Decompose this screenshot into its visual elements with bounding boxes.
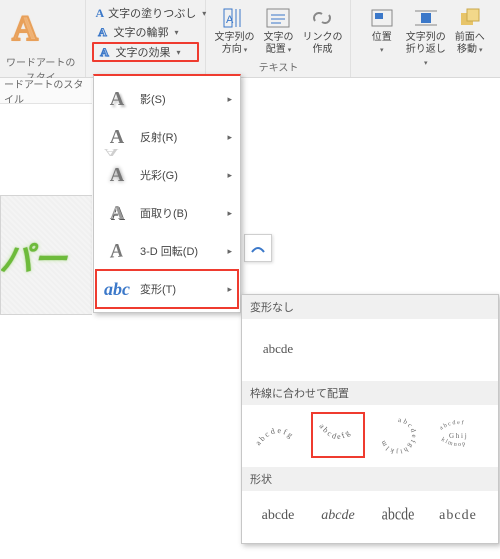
bevel-icon: A [104, 202, 130, 225]
wrap-text-button[interactable]: 文字列の折り返し [404, 2, 448, 70]
fx-item-3d-rotation[interactable]: A 3-D 回転(D) ▸ [96, 232, 238, 270]
fx-item-bevel[interactable]: A 面取り(B) ▸ [96, 194, 238, 232]
transform-option-button[interactable]: a b c d e f G h i j k l m n o p [432, 413, 484, 457]
submenu-arrow-icon: ▸ [227, 246, 232, 257]
rotation-3d-icon: A [103, 237, 127, 265]
fx-item-reflection[interactable]: AA 反射(R) ▸ [96, 118, 238, 156]
text-effects-button[interactable]: A 文字の効果 ▾ [92, 42, 199, 62]
text-outline-button[interactable]: A 文字の輪郭 ▾ [92, 23, 199, 41]
text-effects-label: 文字の効果 [115, 44, 170, 60]
wordart-gallery-button[interactable]: A [2, 2, 48, 54]
transform-option-arch-down[interactable]: a b c d e f g [312, 413, 364, 457]
transform-option-circle[interactable]: a b c d e f g h i j k l m [372, 413, 424, 457]
group-wordart-styles: A ワードアートのスタイ [0, 0, 86, 77]
fx-item-label: 影(S) [140, 91, 166, 107]
svg-text:a b c d e f g: a b c d e f g [317, 422, 351, 441]
group-text-style: A 文字の塗りつぶし ▾ A 文字の輪郭 ▾ A 文字の効果 ▾ [86, 0, 206, 77]
submenu-arrow-icon: ▸ [227, 94, 232, 105]
shadow-icon: A [104, 88, 130, 111]
text-fill-button[interactable]: A 文字の塗りつぶし ▾ [92, 4, 199, 22]
button-path-icon: a b c d e f G h i j k l m n o p [435, 416, 481, 454]
fx-item-label: 面取り(B) [140, 205, 188, 221]
svg-text:A: A [226, 14, 234, 26]
layout-options-icon [249, 239, 267, 257]
circle-path-icon: a b c d e f g h i j k l m [375, 416, 421, 454]
text-direction-button[interactable]: A 文字列の方向 [212, 2, 256, 57]
fx-item-transform[interactable]: abc 変形(T) ▸ [96, 270, 238, 308]
arch-down-icon: a b c d e f g [315, 416, 361, 454]
layout-options-button[interactable] [244, 234, 272, 262]
svg-text:a b c d e f g: a b c d e f g [255, 426, 294, 447]
submenu-arrow-icon: ▸ [227, 284, 232, 295]
link-icon [307, 6, 337, 30]
position-icon [367, 6, 397, 30]
bring-forward-icon [455, 6, 485, 30]
text-fill-label: 文字の塗りつぶし [108, 5, 196, 21]
transform-option-shape-2[interactable]: abcde [312, 499, 364, 533]
reflection-icon: AA [104, 126, 130, 149]
fx-item-label: 光彩(G) [140, 167, 178, 183]
group-text: A 文字列の方向 文字の配置 リンクの作成 テキスト [206, 0, 351, 77]
transform-option-none[interactable]: abcde [252, 327, 304, 371]
text-outline-icon: A [95, 25, 109, 39]
fx-item-label: 反射(R) [140, 129, 177, 145]
fx-item-shadow[interactable]: A 影(S) ▸ [96, 80, 238, 118]
text-align-button[interactable]: 文字の配置 [256, 2, 300, 57]
transform-section-warp: 形状 [242, 467, 498, 491]
create-link-button[interactable]: リンクの作成 [300, 2, 344, 57]
transform-section-none: 変形なし [242, 295, 498, 319]
fx-item-glow[interactable]: A 光彩(G) ▸ [96, 156, 238, 194]
ribbon: A ワードアートのスタイ A 文字の塗りつぶし ▾ A 文字の輪郭 ▾ A 文字… [0, 0, 500, 78]
svg-text:a b c d e f g h i j k l m: a b c d e f g h i j k l m [379, 416, 418, 454]
wrap-text-icon [411, 6, 441, 30]
wordart-pane-tab[interactable]: ードアートのスタイル [0, 78, 92, 104]
arch-up-icon: a b c d e f g [255, 416, 301, 454]
submenu-arrow-icon: ▸ [227, 208, 232, 219]
group-arrange: 位置 文字列の折り返し 前面へ移動 [351, 0, 500, 77]
position-button[interactable]: 位置 [360, 2, 404, 70]
transform-icon: abc [104, 279, 130, 300]
text-direction-icon: A [219, 6, 249, 30]
document-canvas: パー [0, 195, 92, 315]
transform-section-follow-path: 枠線に合わせて配置 [242, 381, 498, 405]
transform-submenu: 変形なし abcde 枠線に合わせて配置 a b c d e f g a b c… [241, 294, 499, 544]
text-effects-menu: A 影(S) ▸ AA 反射(R) ▸ A 光彩(G) ▸ A 面取り(B) ▸… [93, 74, 241, 313]
dropdown-caret-icon: ▾ [176, 48, 180, 57]
text-align-icon [263, 6, 293, 30]
bring-forward-button[interactable]: 前面へ移動 [448, 2, 492, 70]
submenu-arrow-icon: ▸ [227, 170, 232, 181]
wordart-sample-text: パー [0, 232, 67, 281]
text-outline-label: 文字の輪郭 [113, 24, 168, 40]
submenu-arrow-icon: ▸ [227, 132, 232, 143]
text-fill-icon: A [95, 6, 104, 20]
transform-option-shape-1[interactable]: abcde [252, 499, 304, 533]
fx-item-label: 3-D 回転(D) [140, 243, 198, 259]
fx-item-label: 変形(T) [140, 281, 176, 297]
transform-option-shape-4[interactable]: abcde [432, 499, 484, 533]
svg-text:a b c d e f: a b c d e f [439, 419, 464, 431]
wordart-A-icon: A [12, 7, 38, 49]
glow-icon: A [104, 164, 130, 187]
transform-option-shape-3[interactable]: abcde [372, 496, 424, 537]
transform-option-arch-up[interactable]: a b c d e f g [252, 413, 304, 457]
dropdown-caret-icon: ▾ [174, 28, 178, 37]
group-label-arrange [357, 74, 494, 76]
svg-text:G h i j: G h i j [449, 432, 467, 440]
text-effects-icon: A [97, 45, 111, 59]
